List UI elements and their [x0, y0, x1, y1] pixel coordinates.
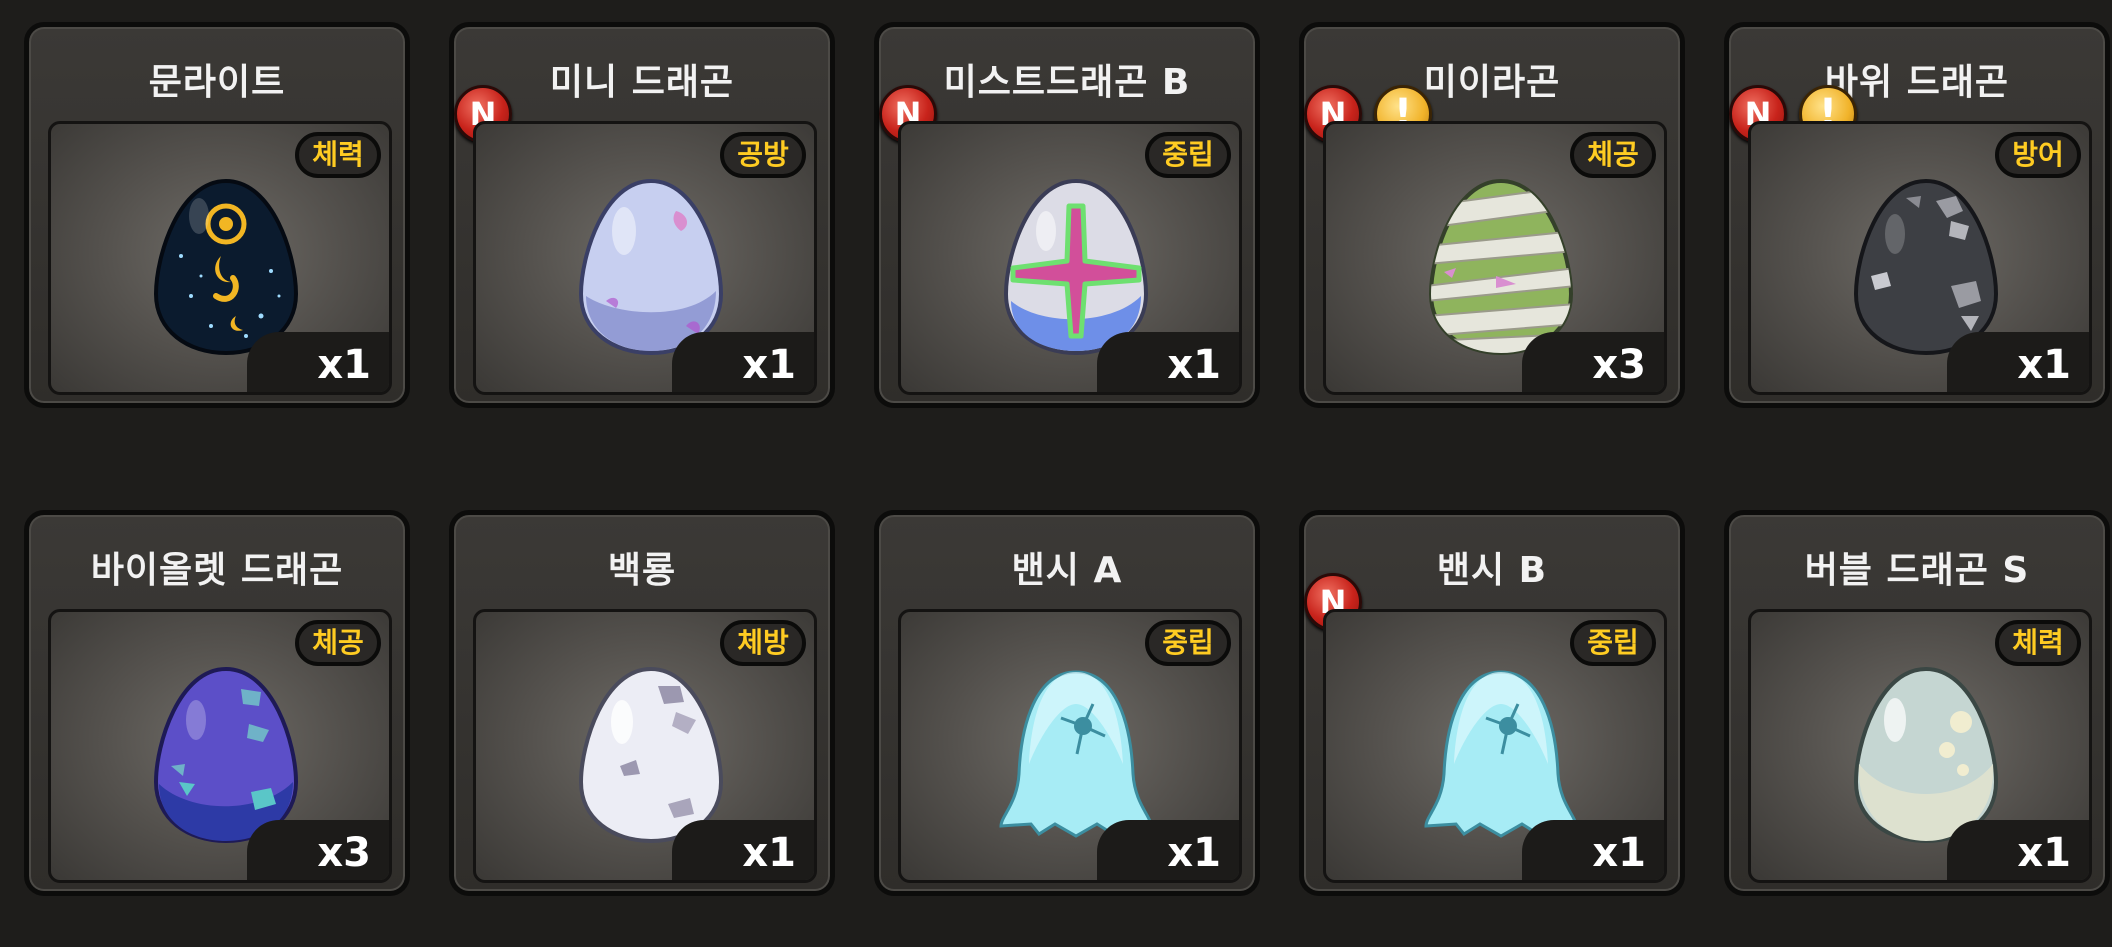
egg-panel: 중립 x1	[898, 609, 1242, 883]
egg-name: 미스트드래곤 B	[943, 62, 1191, 103]
egg-card-white-dragon[interactable]: 백룡 체방 x1	[449, 510, 835, 896]
egg-type-badge: 공방	[720, 132, 806, 178]
egg-name: 미이라곤	[1423, 62, 1561, 103]
egg-card-violet-dragon[interactable]: 바이올렛 드래곤 체공 x3	[24, 510, 410, 896]
dragon-egg-grid: 문라이트 체력 x1 미니 드래곤 N 공방 x1 미스트드래곤 B N 중립 …	[24, 22, 2110, 896]
egg-count: x1	[672, 820, 814, 880]
banshee-egg-icon	[1424, 670, 1578, 838]
egg-name: 버블 드래곤 S	[1804, 550, 2030, 591]
egg-name: 미니 드래곤	[549, 62, 735, 103]
egg-type-badge: 체방	[720, 620, 806, 666]
egg-count: x1	[1522, 820, 1664, 880]
egg-name: 백룡	[607, 550, 677, 591]
egg-count: x3	[1522, 332, 1664, 392]
egg-card-mist-dragon-b[interactable]: 미스트드래곤 B N 중립 x1	[874, 22, 1260, 408]
egg-card-banshee-b[interactable]: 밴시 B N 중립 x1	[1299, 510, 1685, 896]
egg-count: x3	[247, 820, 389, 880]
egg-panel: 체력 x1	[1748, 609, 2092, 883]
egg-count: x1	[1947, 820, 2089, 880]
egg-name: 밴시 B	[1436, 550, 1548, 591]
egg-name: 바위 드래곤	[1824, 62, 2010, 103]
egg-panel: 체방 x1	[473, 609, 817, 883]
egg-count: x1	[247, 332, 389, 392]
egg-name: 밴시 A	[1011, 550, 1123, 591]
egg-count: x1	[1947, 332, 2089, 392]
mist-dragon-egg-icon	[1003, 178, 1149, 356]
egg-type-badge: 체력	[1995, 620, 2081, 666]
egg-count: x1	[1097, 820, 1239, 880]
egg-card-banshee-a[interactable]: 밴시 A 중립 x1	[874, 510, 1260, 896]
egg-name: 바이올렛 드래곤	[90, 550, 344, 591]
egg-type-badge: 체공	[1570, 132, 1656, 178]
egg-type-badge: 체력	[295, 132, 381, 178]
egg-card-bubble-dragon-s[interactable]: 버블 드래곤 S 체력 x1	[1724, 510, 2110, 896]
egg-panel: 중립 x1	[898, 121, 1242, 395]
egg-type-badge: 중립	[1570, 620, 1656, 666]
egg-card-moonlight[interactable]: 문라이트 체력 x1	[24, 22, 410, 408]
egg-count: x1	[1097, 332, 1239, 392]
egg-panel: 체공 x3	[48, 609, 392, 883]
egg-card-rock-dragon[interactable]: 바위 드래곤 N ! 방어 x1	[1724, 22, 2110, 408]
egg-name: 문라이트	[148, 62, 286, 103]
bubble-egg-icon	[1853, 666, 1999, 844]
egg-type-badge: 체공	[295, 620, 381, 666]
egg-count: x1	[672, 332, 814, 392]
violet-egg-icon	[153, 666, 299, 844]
egg-panel: 체공 x3	[1323, 121, 1667, 395]
egg-type-badge: 중립	[1145, 620, 1231, 666]
rock-egg-icon	[1853, 178, 1999, 356]
egg-panel: 체력 x1	[48, 121, 392, 395]
white-dragon-egg-icon	[578, 666, 724, 844]
banshee-egg-icon	[999, 670, 1153, 838]
egg-type-badge: 중립	[1145, 132, 1231, 178]
egg-panel: 중립 x1	[1323, 609, 1667, 883]
egg-card-mummy-dragon[interactable]: 미이라곤 N ! 체공 x3	[1299, 22, 1685, 408]
egg-type-badge: 방어	[1995, 132, 2081, 178]
mummy-egg-icon	[1428, 178, 1574, 356]
egg-card-mini-dragon[interactable]: 미니 드래곤 N 공방 x1	[449, 22, 835, 408]
egg-panel: 방어 x1	[1748, 121, 2092, 395]
egg-panel: 공방 x1	[473, 121, 817, 395]
mini-dragon-egg-icon	[578, 178, 724, 356]
moonlight-egg-icon	[153, 178, 299, 356]
